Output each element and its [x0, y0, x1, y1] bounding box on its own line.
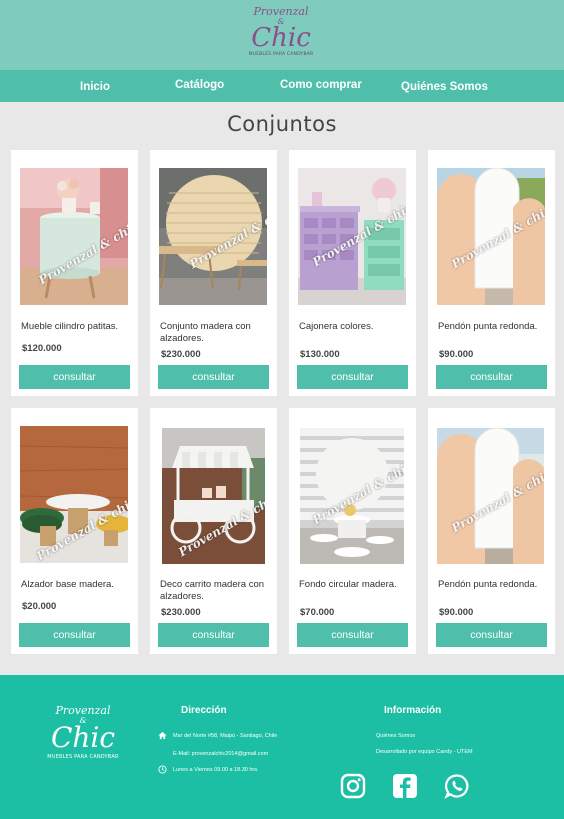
- instagram-icon[interactable]: [340, 773, 366, 799]
- product-image[interactable]: Provenzal & chic: [159, 168, 267, 305]
- footer-logo-tagline: MUEBLES PARA CANDYBAR: [47, 754, 119, 760]
- main-nav: Inicio Catálogo Como comprar Quiénes Som…: [0, 70, 564, 102]
- nav-item-como-comprar[interactable]: Como comprar: [280, 69, 362, 101]
- consultar-button[interactable]: consultar: [297, 623, 408, 647]
- site-logo[interactable]: Provenzal & Chic MUEBLES PARA CANDYBAR: [236, 2, 326, 66]
- product-price: $90.000: [439, 349, 474, 360]
- nav-item-inicio[interactable]: Inicio: [80, 71, 110, 103]
- product-card: Provenzal & chic Fondo circular madera. …: [289, 408, 416, 654]
- logo-tagline: MUEBLES PARA CANDYBAR: [248, 52, 314, 57]
- product-card: Provenzal & chic Mueble cilindro patitas…: [11, 150, 138, 396]
- product-card: Provenzal & chic Conjunto madera con alz…: [150, 150, 277, 396]
- product-price: $120.000: [22, 343, 62, 354]
- product-name: Pendón punta redonda.: [438, 579, 538, 590]
- logo-text-main: Chic: [251, 23, 311, 53]
- product-name: Pendón punta redonda.: [438, 321, 538, 332]
- footer-logo[interactable]: Provenzal & Chic MUEBLES PARA CANDYBAR: [38, 705, 128, 761]
- direccion-heading: Dirección: [181, 705, 227, 716]
- whatsapp-icon[interactable]: [444, 773, 470, 799]
- clock-icon: [158, 765, 167, 774]
- product-price: $20.000: [22, 601, 57, 612]
- consultar-button[interactable]: consultar: [19, 623, 130, 647]
- footer-hours: Lunes a Viernes 09.00 a 18.30 hrs.: [173, 767, 259, 773]
- product-price: $90.000: [439, 607, 474, 618]
- product-name: Mueble cilindro patitas.: [21, 321, 119, 332]
- product-image[interactable]: Provenzal & chic: [437, 168, 545, 305]
- product-card: Provenzal & chic Pendón punta redonda. $…: [428, 150, 555, 396]
- product-name: Conjunto madera con alzadores.: [160, 321, 251, 344]
- consultar-button[interactable]: consultar: [158, 623, 269, 647]
- facebook-icon[interactable]: [392, 773, 418, 799]
- product-name: Cajonera colores.: [299, 321, 374, 332]
- product-price: $230.000: [161, 607, 201, 618]
- product-card: Provenzal & chic Pendón punta redonda. $…: [428, 408, 555, 654]
- product-image[interactable]: Provenzal & chic: [298, 168, 406, 305]
- footer-credit: Desarrollado por equipo Candy - UTEM: [376, 749, 473, 755]
- product-image[interactable]: Provenzal & chic: [300, 428, 404, 564]
- site-footer: Provenzal & Chic MUEBLES PARA CANDYBAR D…: [0, 675, 564, 819]
- product-price: $130.000: [300, 349, 340, 360]
- footer-link-quienes-somos[interactable]: Quiénes Somos: [376, 733, 415, 739]
- product-card: Provenzal & chic Cajonera colores. $130.…: [289, 150, 416, 396]
- product-name: Fondo circular madera.: [299, 579, 397, 590]
- page-title: Conjuntos: [227, 112, 337, 136]
- product-price: $230.000: [161, 349, 201, 360]
- informacion-heading: Información: [384, 705, 442, 716]
- nav-item-catalogo[interactable]: Catálogo: [175, 69, 224, 101]
- product-image[interactable]: Provenzal & chic: [20, 168, 128, 305]
- product-name: Deco carrito madera con alzadores.: [160, 579, 265, 602]
- consultar-button[interactable]: consultar: [19, 365, 130, 389]
- product-card: Provenzal & chic Deco carrito madera con…: [150, 408, 277, 654]
- consultar-button[interactable]: consultar: [436, 365, 547, 389]
- nav-item-quienes-somos[interactable]: Quiénes Somos: [401, 71, 488, 103]
- product-price: $70.000: [300, 607, 335, 618]
- consultar-button[interactable]: consultar: [158, 365, 269, 389]
- product-image[interactable]: Provenzal & chic: [162, 428, 265, 564]
- footer-logo-main: Chic: [50, 721, 116, 754]
- consultar-button[interactable]: consultar: [297, 365, 408, 389]
- consultar-button[interactable]: consultar: [436, 623, 547, 647]
- product-image[interactable]: Provenzal & chic: [437, 428, 544, 564]
- product-image[interactable]: Provenzal & chic: [20, 426, 128, 563]
- product-card: Provenzal & chic Alzador base madera. $2…: [11, 408, 138, 654]
- site-header: Provenzal & Chic MUEBLES PARA CANDYBAR: [0, 0, 564, 70]
- home-icon: [158, 731, 167, 740]
- footer-address: Mar del Norte #58, Maipú - Santiago, Chi…: [173, 733, 278, 739]
- product-name: Alzador base madera.: [21, 579, 114, 590]
- footer-email[interactable]: E-Mail: provenzalchic2014@gmail.com: [173, 751, 268, 757]
